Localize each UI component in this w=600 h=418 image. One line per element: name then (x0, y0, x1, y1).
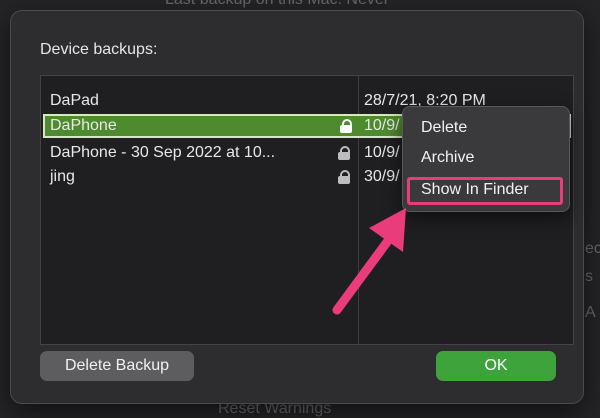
context-menu: Delete Archive Show In Finder (402, 106, 570, 212)
backup-name: jing (50, 168, 75, 185)
ok-button[interactable]: OK (436, 351, 556, 381)
backup-name: DaPad (50, 92, 99, 109)
background-fragment: ec (585, 240, 600, 257)
delete-backup-button[interactable]: Delete Backup (40, 351, 194, 381)
menu-item-archive[interactable]: Archive (421, 149, 474, 167)
menu-item-show-in-finder[interactable]: Show In Finder (421, 181, 529, 199)
backup-date: 10/9/ (364, 117, 400, 134)
menu-item-delete[interactable]: Delete (421, 119, 467, 137)
lock-icon (338, 146, 350, 160)
dialog-title: Device backups: (40, 41, 158, 58)
background-fragment: A (585, 304, 596, 321)
backup-date: 30/9/ (364, 168, 400, 185)
backup-name: DaPhone (50, 117, 117, 134)
backup-date: 10/9/ (364, 144, 400, 161)
last-backup-label: Last backup on this Mac: Never (165, 0, 389, 9)
lock-icon (340, 119, 352, 133)
backup-name: DaPhone - 30 Sep 2022 at 10... (50, 144, 276, 161)
background-fragment: s (585, 268, 593, 285)
lock-icon (338, 170, 350, 184)
